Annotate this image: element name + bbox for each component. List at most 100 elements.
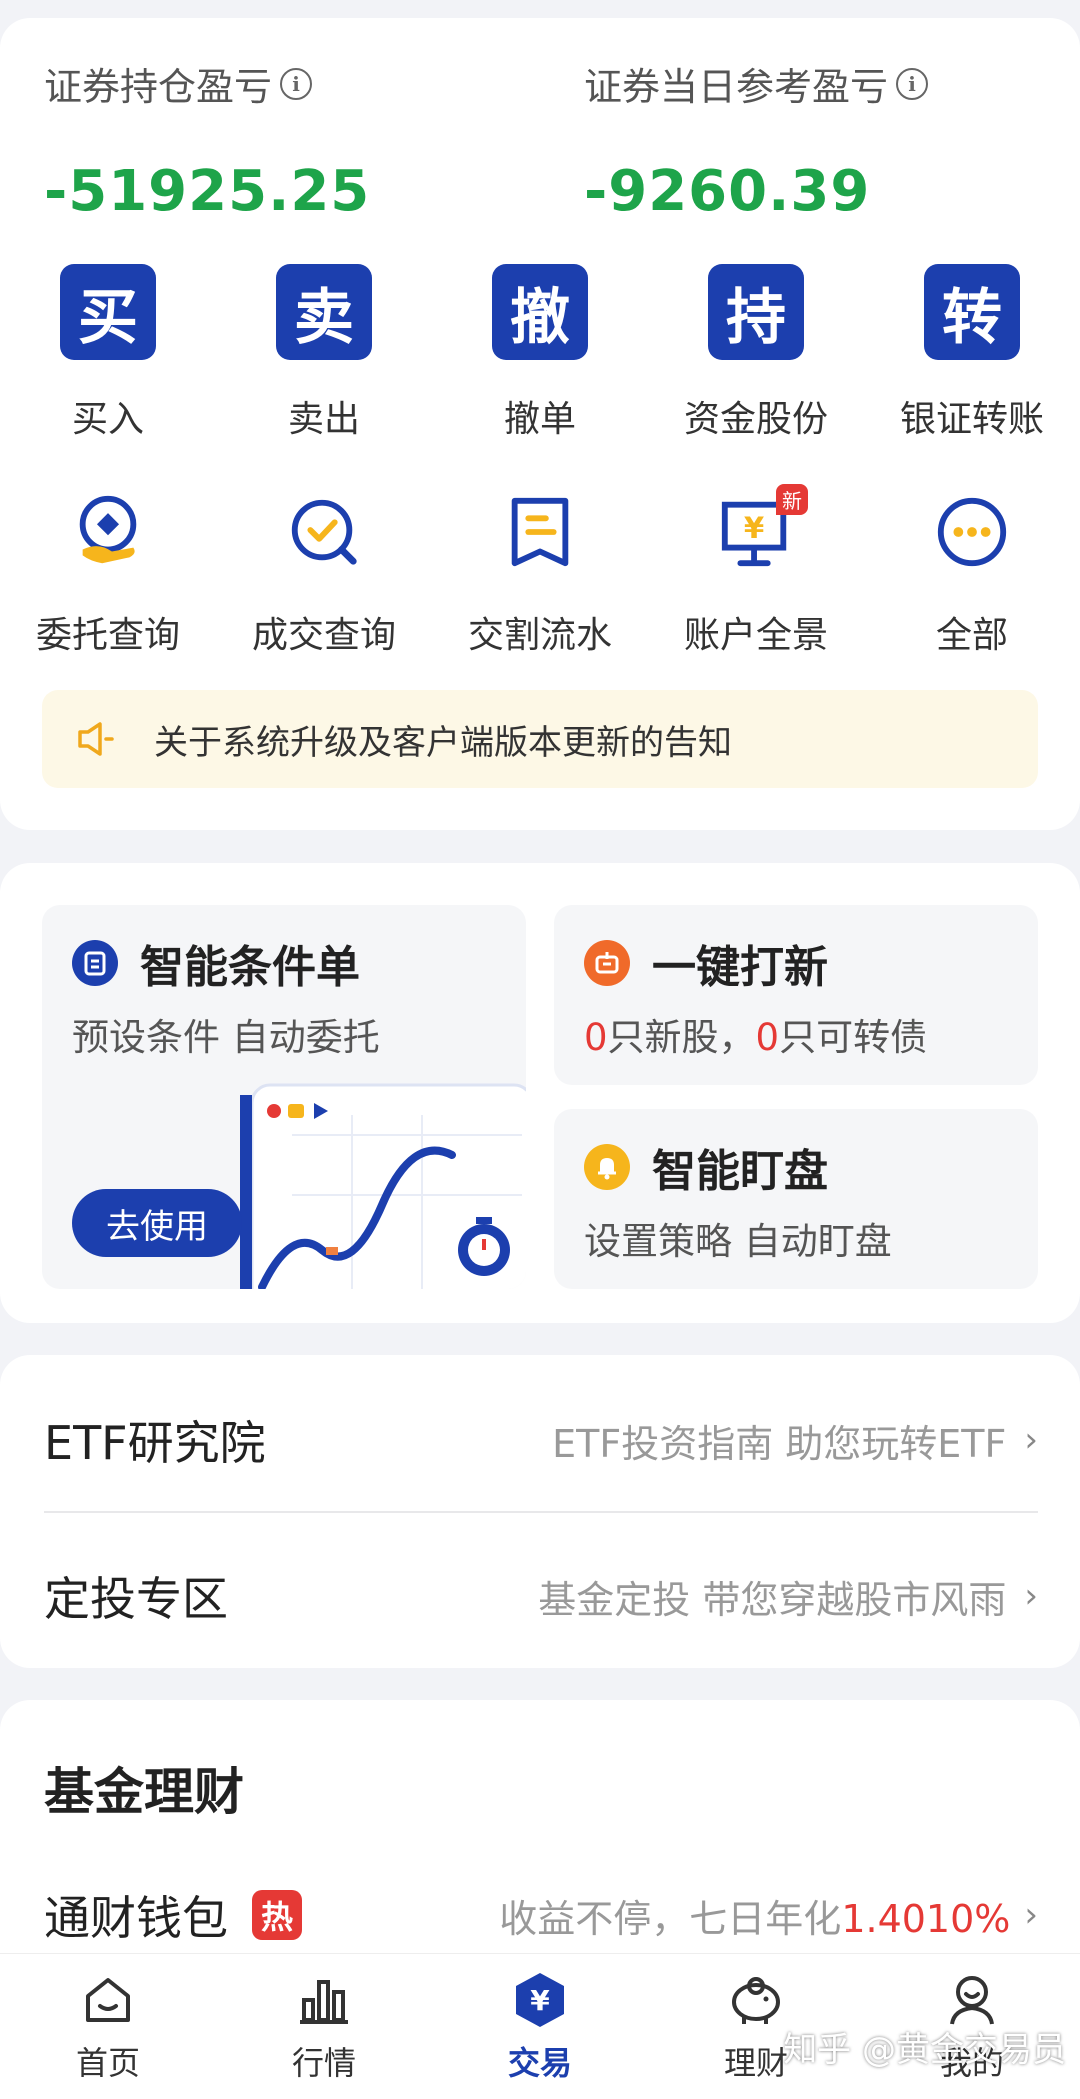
chevron-right-icon: › xyxy=(1024,1576,1038,1616)
cancel-order-button[interactable]: 撤 撤单 xyxy=(432,264,648,442)
nav-market-label: 行情 xyxy=(291,2044,356,2082)
deal-query-label: 成交查询 xyxy=(251,615,396,656)
settlement-flow-button[interactable]: 交割流水 xyxy=(432,484,648,658)
daily-pl-block[interactable]: 证券当日参考盈亏 i -9260.39 xyxy=(584,56,929,224)
positions-button[interactable]: 持 资金股份 xyxy=(648,264,864,442)
sell-icon: 卖 xyxy=(276,264,372,360)
ipo-card[interactable]: 一键打新 0只新股，0只可转债 xyxy=(554,905,1038,1085)
nav-home[interactable]: 首页 xyxy=(0,1954,216,2099)
positions-label: 资金股份 xyxy=(683,399,828,440)
entrust-query-button[interactable]: 委托查询 xyxy=(0,484,216,658)
nav-wealth-label: 理财 xyxy=(723,2044,788,2082)
smart-order-title-row: 智能条件单 xyxy=(72,931,360,995)
smart-watch-subtitle: 设置策略 自动盯盘 xyxy=(584,1220,892,1263)
smart-order-card[interactable]: 智能条件单 预设条件 自动委托 去使用 xyxy=(42,905,526,1289)
fund-left: 通财钱包 热 xyxy=(44,1882,302,1948)
sip-desc-row: 基金定投 带您穿越股市风雨 › xyxy=(538,1569,1038,1624)
account-overview-icon: ¥ 新 xyxy=(708,484,808,580)
use-button[interactable]: 去使用 xyxy=(72,1189,242,1257)
chevron-right-icon: › xyxy=(1024,1895,1038,1935)
summary-card: 证券持仓盈亏 i -51925.25 证券当日参考盈亏 i -9260.39 买… xyxy=(0,18,1080,830)
svg-text:¥: ¥ xyxy=(744,511,765,545)
chart-illustration xyxy=(240,1083,526,1289)
home-icon xyxy=(78,1970,138,2030)
sell-button[interactable]: 卖 卖出 xyxy=(216,264,432,442)
bank-transfer-button[interactable]: 转 银证转账 xyxy=(864,264,1080,442)
smart-watch-card[interactable]: 智能盯盘 设置策略 自动盯盘 xyxy=(554,1109,1038,1289)
buy-icon: 买 xyxy=(60,264,156,360)
holding-pl-label: 证券持仓盈亏 xyxy=(44,65,273,109)
deal-query-icon xyxy=(276,484,372,580)
bank-transfer-icon: 转 xyxy=(924,264,1020,360)
clipboard-icon xyxy=(72,940,118,986)
convertible-count: 0 xyxy=(755,1016,780,1059)
more-icon xyxy=(924,484,1020,580)
nav-trade[interactable]: ¥ 交易 xyxy=(432,1954,648,2099)
links-card: ETF研究院 ETF投资指南 助您玩转ETF › 定投专区 基金定投 带您穿越股… xyxy=(0,1355,1080,1668)
list-item-etf[interactable]: ETF研究院 ETF投资指南 助您玩转ETF › xyxy=(44,1375,1038,1505)
new-stock-text: 只新股， xyxy=(607,1016,756,1059)
deal-query-button[interactable]: 成交查询 xyxy=(216,484,432,658)
buy-button[interactable]: 买 买入 xyxy=(0,264,216,442)
ipo-subtitle: 0只新股，0只可转债 xyxy=(584,1007,927,1061)
yuan-hexagon-icon: ¥ xyxy=(510,1970,570,2030)
svg-text:¥: ¥ xyxy=(530,1984,550,2017)
bank-transfer-label: 银证转账 xyxy=(899,399,1044,440)
entrust-query-icon xyxy=(60,484,156,580)
secondary-actions-row: 委托查询 成交查询 交割流水 ¥ 新 账户全景 全部 xyxy=(0,484,1080,658)
nav-trade-label: 交易 xyxy=(507,2044,572,2082)
cancel-order-icon: 撤 xyxy=(492,264,588,360)
chevron-right-icon: › xyxy=(1024,1420,1038,1460)
account-overview-button[interactable]: ¥ 新 账户全景 xyxy=(648,484,864,658)
notice-banner[interactable]: 关于系统升级及客户端版本更新的告知 xyxy=(42,690,1038,788)
etf-title: ETF研究院 xyxy=(44,1416,266,1470)
smart-watch-title: 智能盯盘 xyxy=(652,1146,828,1197)
entrust-query-label: 委托查询 xyxy=(35,615,180,656)
sip-desc: 基金定投 带您穿越股市风雨 xyxy=(538,1577,1007,1622)
info-icon[interactable]: i xyxy=(896,67,929,100)
fund-name: 通财钱包 xyxy=(44,1891,228,1945)
buy-label: 买入 xyxy=(71,399,144,440)
user-icon xyxy=(942,1970,1002,2030)
features-card: 智能条件单 预设条件 自动委托 去使用 一键打新 0只新股，0只可转债 智能盯盘… xyxy=(0,863,1080,1323)
all-functions-label: 全部 xyxy=(935,615,1008,656)
nav-home-label: 首页 xyxy=(75,2044,140,2082)
new-stock-count: 0 xyxy=(584,1016,608,1059)
sell-label: 卖出 xyxy=(287,399,360,440)
bar-chart-icon xyxy=(294,1970,354,2030)
fund-right: 收益不停，七日年化1.4010% › xyxy=(499,1888,1038,1943)
ipo-title: 一键打新 xyxy=(652,942,828,993)
holding-pl-block[interactable]: 证券持仓盈亏 i -51925.25 xyxy=(44,56,370,224)
all-functions-button[interactable]: 全部 xyxy=(864,484,1080,658)
new-badge: 新 xyxy=(776,484,808,515)
bell-icon xyxy=(584,1144,630,1190)
hot-badge: 热 xyxy=(252,1890,302,1940)
account-overview-label: 账户全景 xyxy=(683,615,828,656)
cancel-order-label: 撤单 xyxy=(503,399,576,440)
info-icon[interactable]: i xyxy=(280,67,313,100)
fund-desc: 收益不停，七日年化1.4010% xyxy=(499,1888,1010,1943)
smart-watch-title-row: 智能盯盘 xyxy=(584,1135,828,1199)
piggy-bank-icon xyxy=(726,1970,786,2030)
speaker-icon xyxy=(78,722,114,756)
etf-desc: ETF投资指南 助您玩转ETF xyxy=(552,1421,1007,1466)
sip-title: 定投专区 xyxy=(44,1572,228,1626)
etf-desc-row: ETF投资指南 助您玩转ETF › xyxy=(552,1413,1038,1468)
notice-text: 关于系统升级及客户端版本更新的告知 xyxy=(154,722,732,763)
ipo-title-row: 一键打新 xyxy=(584,931,828,995)
nav-market[interactable]: 行情 xyxy=(216,1954,432,2099)
daily-pl-value: -9260.39 xyxy=(584,159,871,224)
fund-section-title: 基金理财 xyxy=(44,1763,244,1821)
settlement-flow-label: 交割流水 xyxy=(467,615,612,656)
daily-pl-label-row: 证券当日参考盈亏 i xyxy=(584,56,929,111)
ipo-icon xyxy=(584,940,630,986)
holding-pl-label-row: 证券持仓盈亏 i xyxy=(44,56,370,111)
settlement-flow-icon xyxy=(492,484,588,580)
quick-actions-row: 买 买入 卖 卖出 撤 撤单 持 资金股份 转 银证转账 xyxy=(0,264,1080,442)
positions-icon: 持 xyxy=(708,264,804,360)
convertible-text: 只可转债 xyxy=(779,1016,928,1059)
smart-order-title: 智能条件单 xyxy=(140,942,360,993)
bottom-nav: 首页 行情 ¥ 交易 理财 我的 知乎 @黄金交易员 xyxy=(0,1953,1080,2099)
list-item-sip[interactable]: 定投专区 基金定投 带您穿越股市风雨 › xyxy=(44,1531,1038,1661)
fund-rate: 1.4010% xyxy=(841,1896,1011,1941)
